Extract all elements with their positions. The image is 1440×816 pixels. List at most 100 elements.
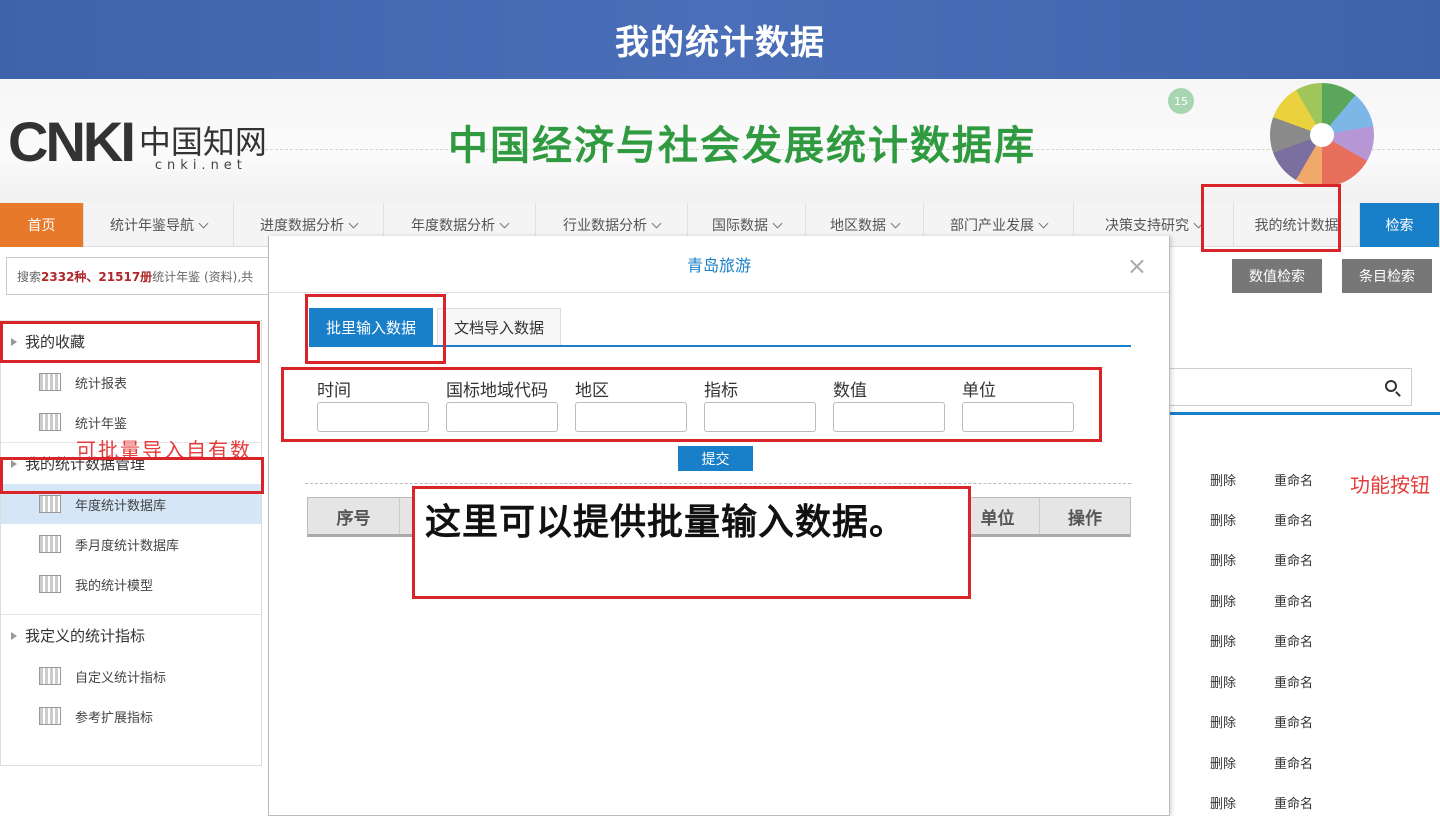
triangle-right-icon bbox=[11, 631, 17, 640]
chevron-down-icon bbox=[198, 218, 209, 228]
right-search-input[interactable] bbox=[1170, 368, 1412, 406]
callout-note: 这里可以提供批量输入数据。 bbox=[412, 486, 971, 599]
nav-label: 地区数据 bbox=[830, 218, 886, 234]
delete-button[interactable]: 删除 bbox=[1210, 753, 1236, 772]
entry-search-button[interactable]: 条目检索 bbox=[1342, 259, 1432, 293]
chevron-down-icon bbox=[890, 218, 901, 228]
rename-button[interactable]: 重命名 bbox=[1274, 753, 1313, 772]
rename-button[interactable]: 重命名 bbox=[1274, 550, 1313, 569]
sidebar-item-label: 我的统计模型 bbox=[75, 578, 154, 594]
slide-title: 我的统计数据 bbox=[0, 0, 1440, 79]
divider bbox=[1170, 412, 1440, 415]
list-item: 删除 重命名 bbox=[1210, 510, 1313, 529]
form-icon bbox=[39, 667, 61, 685]
highlight-favorites bbox=[0, 321, 260, 363]
rename-button[interactable]: 重命名 bbox=[1274, 712, 1313, 731]
dialog-header: 青岛旅游 × bbox=[269, 236, 1169, 293]
dialog-title: 青岛旅游 bbox=[686, 256, 751, 275]
search-input[interactable]: 搜索 2332种、21517册 统计年鉴 (资料),共 bbox=[6, 257, 306, 295]
logo-chinese: 中国知网 bbox=[138, 122, 267, 161]
tab-document-import[interactable]: 文档导入数据 bbox=[437, 308, 562, 345]
annotation-function-buttons: 功能按钮 bbox=[1350, 473, 1430, 497]
chevron-down-icon bbox=[348, 218, 359, 228]
rename-button[interactable]: 重命名 bbox=[1274, 591, 1313, 610]
nav-label: 年度数据分析 bbox=[411, 218, 495, 234]
rename-button[interactable]: 重命名 bbox=[1274, 793, 1313, 812]
sidebar-item-label: 参考扩展指标 bbox=[75, 710, 154, 726]
delete-button[interactable]: 删除 bbox=[1210, 712, 1236, 731]
document-icon bbox=[39, 413, 61, 431]
database-icon bbox=[39, 495, 61, 513]
delete-button[interactable]: 删除 bbox=[1210, 550, 1236, 569]
rename-button[interactable]: 重命名 bbox=[1274, 631, 1313, 650]
highlight-my-stats bbox=[1201, 184, 1341, 252]
list-item: 删除 重命名 bbox=[1210, 753, 1313, 772]
rename-button[interactable]: 重命名 bbox=[1274, 510, 1313, 529]
cnki-logo[interactable]: CNKI 中国知网 cnki.net bbox=[8, 109, 267, 174]
column-header-index: 序号 bbox=[308, 498, 400, 534]
nav-label: 决策支持研究 bbox=[1105, 218, 1189, 234]
rename-button[interactable]: 重命名 bbox=[1274, 470, 1313, 489]
list-item: 删除 重命名 bbox=[1210, 712, 1313, 731]
chevron-down-icon bbox=[772, 218, 783, 228]
sidebar-group-label: 我定义的统计指标 bbox=[25, 627, 146, 645]
delete-button[interactable]: 删除 bbox=[1210, 591, 1236, 610]
document-icon bbox=[39, 575, 61, 593]
database-icon bbox=[39, 707, 61, 725]
nav-home[interactable]: 首页 bbox=[0, 203, 84, 247]
nav-search[interactable]: 检索 bbox=[1360, 203, 1440, 247]
sidebar-item-label: 季月度统计数据库 bbox=[75, 538, 180, 554]
sidebar-item-label: 年度统计数据库 bbox=[75, 498, 167, 514]
highlight-batch-tab bbox=[305, 294, 446, 364]
delete-button[interactable]: 删除 bbox=[1210, 793, 1236, 812]
sidebar: 我的收藏 统计报表 统计年鉴 我的统计数据管理 年度统计数据库 季月度统计数据库… bbox=[0, 320, 262, 766]
close-icon[interactable]: × bbox=[1127, 254, 1147, 278]
search-prefix: 搜索 bbox=[17, 269, 42, 284]
sidebar-item-extended-indicators[interactable]: 参考扩展指标 bbox=[1, 696, 261, 736]
nav-label: 行业数据分析 bbox=[563, 218, 647, 234]
sidebar-item-custom-indicators[interactable]: 自定义统计指标 bbox=[1, 656, 261, 696]
list-item: 删除 重命名 bbox=[1210, 631, 1313, 650]
nav-label: 国际数据 bbox=[712, 218, 768, 234]
sidebar-item-reports[interactable]: 统计报表 bbox=[1, 362, 261, 402]
delete-button[interactable]: 删除 bbox=[1210, 672, 1236, 691]
sidebar-group-indicators[interactable]: 我定义的统计指标 bbox=[1, 614, 261, 656]
pie-decoration-icon bbox=[1270, 83, 1374, 187]
logo-url: cnki.net bbox=[154, 158, 247, 173]
highlight-input-fields bbox=[281, 367, 1102, 442]
submit-button[interactable]: 提交 bbox=[678, 446, 753, 471]
nav-yearbook[interactable]: 统计年鉴导航 bbox=[84, 203, 234, 247]
search-count: 2332种、21517册 bbox=[41, 269, 153, 284]
list-item: 删除 重命名 bbox=[1210, 591, 1313, 610]
bar-chart-icon bbox=[39, 373, 61, 391]
sidebar-item-quarterly-db[interactable]: 季月度统计数据库 bbox=[1, 524, 261, 564]
sidebar-item-label: 自定义统计指标 bbox=[75, 670, 167, 686]
chevron-down-icon bbox=[1038, 218, 1049, 228]
sidebar-item-models[interactable]: 我的统计模型 bbox=[1, 564, 261, 604]
column-header-actions: 操作 bbox=[1068, 508, 1102, 529]
nav-label: 统计年鉴导航 bbox=[110, 218, 194, 234]
list-item: 删除 重命名 bbox=[1210, 793, 1313, 812]
nav-label: 进度数据分析 bbox=[260, 218, 344, 234]
highlight-management bbox=[0, 457, 264, 494]
right-panel: 删除 重命名 删除 重命名 删除 重命名 删除 重命名 删除 重命名 删除 重命名 删除 重命… bbox=[1170, 320, 1440, 812]
divider bbox=[305, 483, 1131, 484]
logo-text: CNKI bbox=[8, 110, 136, 173]
delete-button[interactable]: 删除 bbox=[1210, 470, 1236, 489]
search-suffix: 统计年鉴 (资料),共 bbox=[152, 269, 254, 284]
list-item: 删除 重命名 bbox=[1210, 470, 1313, 489]
value-search-button[interactable]: 数值检索 bbox=[1232, 259, 1322, 293]
delete-button[interactable]: 删除 bbox=[1210, 510, 1236, 529]
sidebar-item-label: 统计报表 bbox=[75, 376, 128, 392]
search-icon[interactable] bbox=[1385, 380, 1397, 392]
decorative-badge: 15 bbox=[1168, 88, 1194, 114]
list-item: 删除 重命名 bbox=[1210, 672, 1313, 691]
rename-button[interactable]: 重命名 bbox=[1274, 672, 1313, 691]
chevron-down-icon bbox=[499, 218, 510, 228]
list-item: 删除 重命名 bbox=[1210, 550, 1313, 569]
chevron-down-icon bbox=[651, 218, 662, 228]
sidebar-item-label: 统计年鉴 bbox=[75, 416, 128, 432]
nav-label: 部门产业发展 bbox=[950, 218, 1034, 234]
delete-button[interactable]: 删除 bbox=[1210, 631, 1236, 650]
database-icon bbox=[39, 535, 61, 553]
